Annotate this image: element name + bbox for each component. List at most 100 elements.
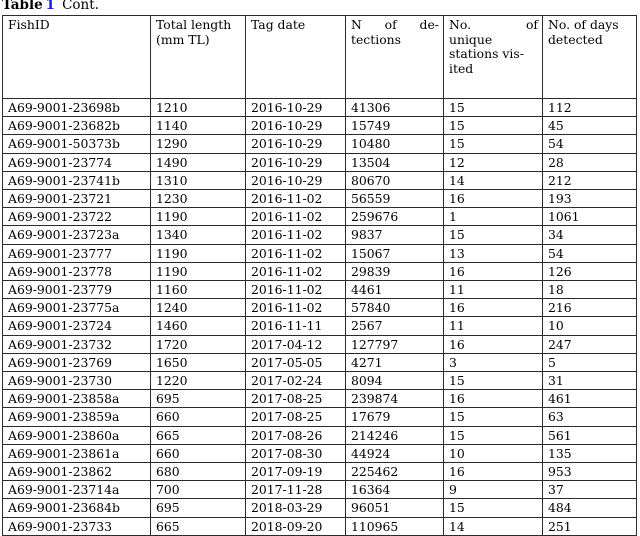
cell-total_length: 1190: [150, 261, 246, 282]
cell-no_unique_stations: 16: [443, 261, 543, 282]
table-row: A69-9001-23684b 695 2018-03-29 96051 15 484: [2, 498, 637, 518]
cell-no_days_detected: 461: [542, 389, 637, 409]
cell-no_days_detected: 251: [542, 516, 637, 536]
cell-no_unique_stations: 11: [443, 316, 543, 336]
cell-tag_date: 2016-10-29: [245, 152, 346, 172]
cell-no_unique_stations: 16: [443, 334, 543, 354]
cell-tag_date: 2016-10-29: [245, 97, 346, 118]
table-body: A69-9001-23698b 1210 2016-10-29 41306 15 112 A…: [2, 97, 637, 536]
cell-total_length: 1230: [150, 189, 246, 209]
cell-total_length: 660: [150, 407, 246, 427]
header-line: detected: [548, 31, 603, 47]
cell-no_days_detected: 54: [542, 243, 637, 263]
cell-total_length: 680: [150, 462, 246, 482]
table-row: A69-9001-23779 1160 2016-11-02 4461 11 18: [2, 280, 637, 300]
cell-no_days_detected: 54: [542, 134, 637, 154]
cell-tag_date: 2016-10-29: [245, 134, 346, 154]
document-page: Table 1 Cont. FishID Total length (mm TL) …: [0, 0, 640, 536]
cell-total_length: 1490: [150, 152, 246, 172]
cell-no_detections: 2567: [345, 316, 444, 336]
cell-no_days_detected: 63: [542, 407, 637, 427]
column-header-no-unique-stations: No. of unique stations vis- ited: [443, 15, 543, 99]
cell-fish_id: A69-9001-23714a: [2, 480, 151, 500]
cell-no_days_detected: 45: [542, 116, 637, 136]
cell-no_days_detected: 112: [542, 97, 637, 118]
cell-fish_id: A69-9001-23861a: [2, 443, 151, 464]
table-caption: Table 1 Cont.: [2, 0, 99, 13]
header-line: (mm TL): [156, 31, 210, 47]
cell-no_unique_stations: 10: [443, 443, 543, 464]
cell-total_length: 1140: [150, 116, 246, 136]
cell-fish_id: A69-9001-23730: [2, 371, 151, 391]
table-row: A69-9001-23722 1190 2016-11-02 259676 1 1061: [2, 207, 637, 227]
cell-no_days_detected: 28: [542, 152, 637, 172]
cell-fish_id: A69-9001-23733: [2, 516, 151, 536]
cell-tag_date: 2017-04-12: [245, 334, 346, 354]
cell-no_detections: 29839: [345, 261, 444, 282]
header-line: No. of days: [548, 17, 619, 32]
cell-tag_date: 2016-11-02: [245, 207, 346, 227]
cell-no_detections: 80670: [345, 170, 444, 191]
cell-tag_date: 2017-08-25: [245, 389, 346, 409]
cell-fish_id: A69-9001-23775a: [2, 298, 151, 318]
cell-no_unique_stations: 16: [443, 462, 543, 482]
cell-no_detections: 127797: [345, 334, 444, 354]
header-line: No. of: [449, 17, 538, 33]
cell-tag_date: 2017-08-26: [245, 425, 346, 445]
cell-no_unique_stations: 14: [443, 170, 543, 191]
cell-tag_date: 2016-11-02: [245, 298, 346, 318]
cell-total_length: 1210: [150, 97, 246, 118]
cell-fish_id: A69-9001-23779: [2, 280, 151, 300]
cell-tag_date: 2016-11-02: [245, 280, 346, 300]
cell-total_length: 700: [150, 480, 246, 500]
cell-no_unique_stations: 3: [443, 352, 543, 373]
column-header-fish-id: FishID: [2, 15, 151, 99]
cell-no_days_detected: 126: [542, 261, 637, 282]
cell-no_unique_stations: 16: [443, 389, 543, 409]
cell-no_days_detected: 212: [542, 170, 637, 191]
cell-total_length: 695: [150, 389, 246, 409]
cell-tag_date: 2017-02-24: [245, 371, 346, 391]
cell-no_days_detected: 5: [542, 352, 637, 373]
cell-total_length: 1160: [150, 280, 246, 300]
cell-no_days_detected: 953: [542, 462, 637, 482]
cell-fish_id: A69-9001-23774: [2, 152, 151, 172]
cell-no_unique_stations: 15: [443, 134, 543, 154]
cell-no_detections: 239874: [345, 389, 444, 409]
cell-tag_date: 2017-08-30: [245, 443, 346, 464]
cell-tag_date: 2016-10-29: [245, 116, 346, 136]
table-row: A69-9001-23730 1220 2017-02-24 8094 15 31: [2, 371, 637, 391]
cell-tag_date: 2016-11-02: [245, 243, 346, 263]
cell-total_length: 1650: [150, 352, 246, 373]
header-word: de-: [419, 17, 439, 32]
header-line: unique: [449, 31, 493, 47]
table-row: A69-9001-23859a 660 2017-08-25 17679 15 63: [2, 407, 637, 427]
cell-fish_id: A69-9001-23778: [2, 261, 151, 282]
cell-tag_date: 2017-11-28: [245, 480, 346, 500]
cell-fish_id: A69-9001-23859a: [2, 407, 151, 427]
table-row: A69-9001-23741b 1310 2016-10-29 80670 14 212: [2, 170, 637, 191]
header-word: N: [351, 17, 362, 32]
cell-no_detections: 41306: [345, 97, 444, 118]
cell-total_length: 1340: [150, 225, 246, 245]
cell-tag_date: 2016-11-02: [245, 225, 346, 245]
cell-no_detections: 4461: [345, 280, 444, 300]
table-row: A69-9001-23698b 1210 2016-10-29 41306 15 112: [2, 97, 637, 118]
cell-fish_id: A69-9001-23682b: [2, 116, 151, 136]
cell-tag_date: 2017-08-25: [245, 407, 346, 427]
cell-no_days_detected: 193: [542, 189, 637, 209]
cell-tag_date: 2017-09-19: [245, 462, 346, 482]
header-line: Tag date: [251, 17, 306, 32]
table-row: A69-9001-23732 1720 2017-04-12 127797 16 247: [2, 334, 637, 354]
column-header-tag-date: Tag date: [245, 15, 346, 99]
column-header-total-length: Total length (mm TL): [150, 15, 246, 99]
table-row: A69-9001-23775a 1240 2016-11-02 57840 16 216: [2, 298, 637, 318]
cell-total_length: 1220: [150, 371, 246, 391]
cell-no_detections: 259676: [345, 207, 444, 227]
table-row: A69-9001-23721 1230 2016-11-02 56559 16 193: [2, 189, 637, 209]
cell-total_length: 660: [150, 443, 246, 464]
cell-no_unique_stations: 13: [443, 243, 543, 263]
cell-no_unique_stations: 15: [443, 116, 543, 136]
header-line: FishID: [8, 17, 50, 32]
cell-no_unique_stations: 9: [443, 480, 543, 500]
